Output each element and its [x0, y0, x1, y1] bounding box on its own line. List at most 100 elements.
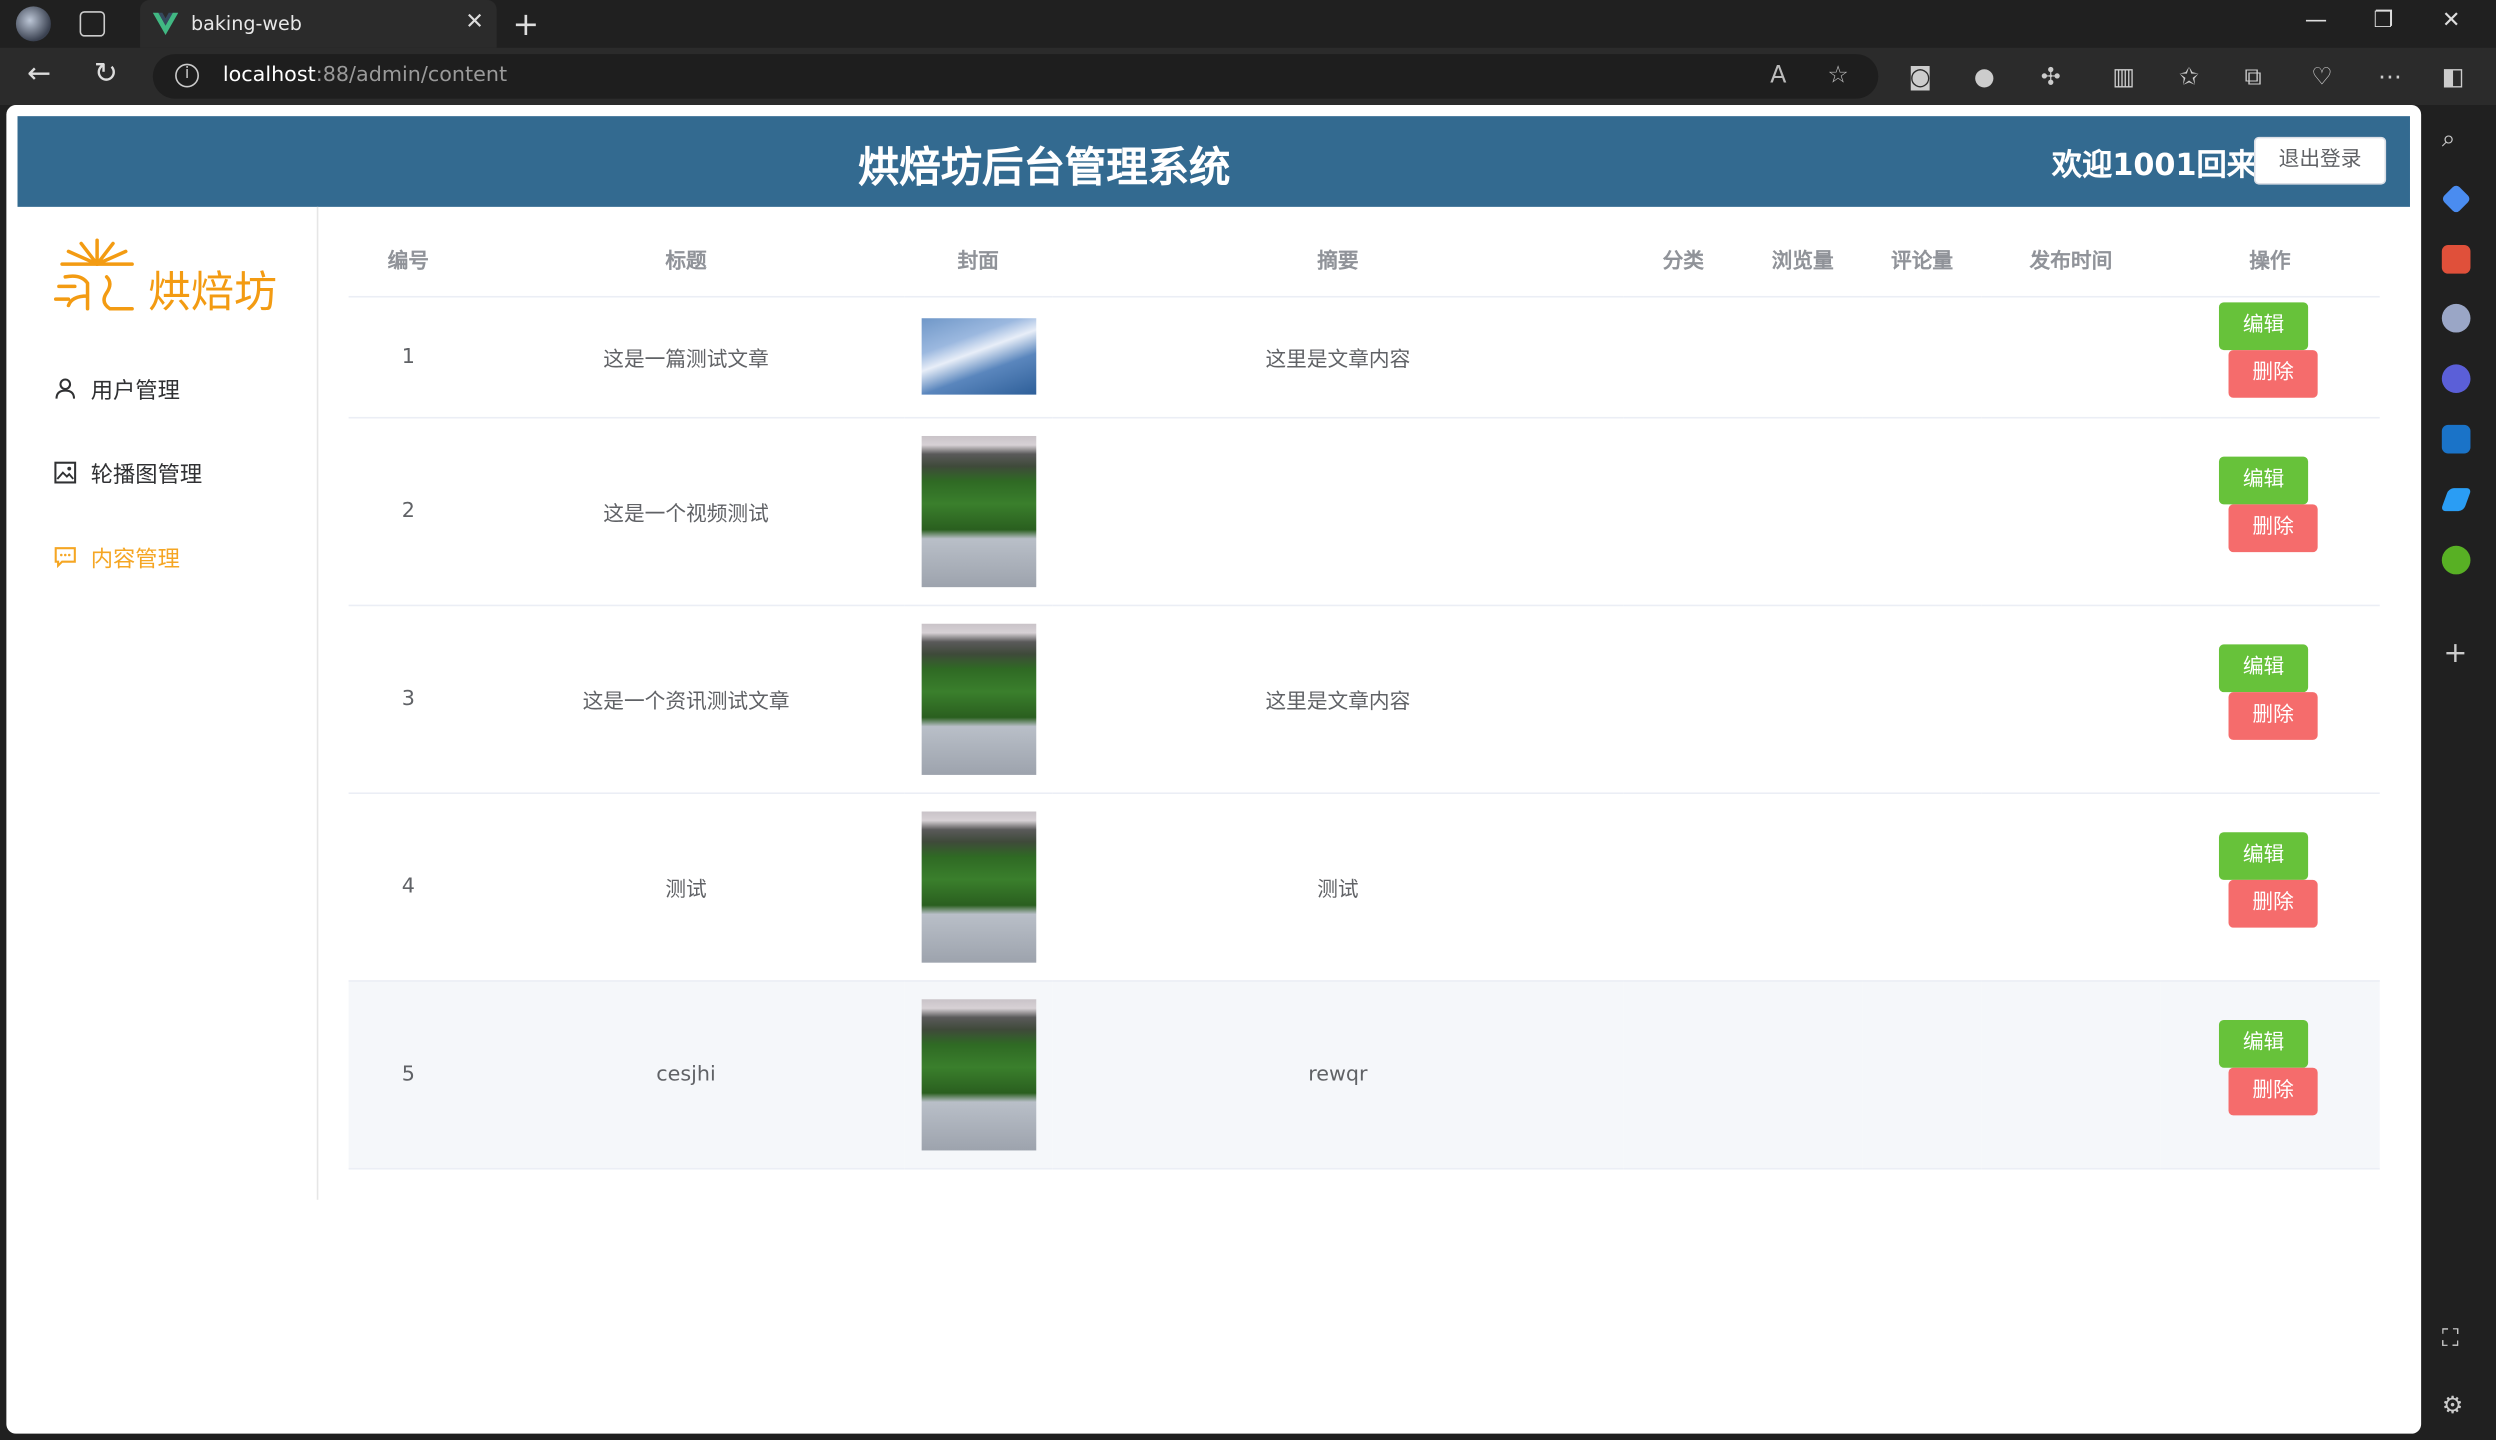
- bakery-logo-icon: [53, 238, 134, 311]
- url-path: :88/admin/content: [315, 63, 508, 88]
- cell-views: [1743, 792, 1863, 981]
- cell-summary: 这里是文章内容: [1052, 604, 1624, 794]
- edit-button[interactable]: 编辑: [2218, 832, 2309, 880]
- welcome-text: 欢迎1001回来!: [2051, 147, 2271, 183]
- table-header-row: 编号 标题 封面 摘要 分类 浏览量 评论量 发布时间 操作: [348, 222, 2380, 297]
- cell-category: [1623, 980, 1744, 1169]
- content-table-container: 编号 标题 封面 摘要 分类 浏览量 评论量 发布时间 操作 1 这是一篇测试文: [348, 222, 2380, 1169]
- restore-icon[interactable]: ❐: [2373, 8, 2393, 33]
- address-bar[interactable]: i localhost:88/admin/content A ☆: [152, 54, 1879, 99]
- column-header: 发布时间: [1981, 222, 2161, 297]
- cell-published: [1981, 980, 2161, 1169]
- site-info-icon[interactable]: i: [175, 63, 199, 88]
- tab-strip: baking-web ✕ + — ❐ ✕: [0, 0, 2496, 48]
- delete-button[interactable]: 删除: [2228, 692, 2318, 740]
- games-icon[interactable]: [2441, 303, 2471, 333]
- cell-cover: [904, 792, 1053, 981]
- refresh-icon[interactable]: ↻: [94, 60, 118, 89]
- edit-button[interactable]: 编辑: [2218, 302, 2309, 351]
- table-row: 4 测试 测试 编辑 删除: [348, 792, 2380, 981]
- browser-window: baking-web ✕ + — ❐ ✕ ← ↻ i localhost:88/…: [0, 0, 2496, 1440]
- new-tab-icon[interactable]: +: [513, 5, 540, 43]
- extensions-puzzle-icon[interactable]: ✣: [2041, 62, 2061, 91]
- sidebar-item-carousel[interactable]: 轮播图管理: [18, 434, 317, 514]
- cell-published: [1981, 792, 2161, 981]
- browser-essentials-icon[interactable]: ♡: [2311, 62, 2332, 91]
- page-viewport: 烘焙坊后台管理系统 欢迎1001回来! 退出登录 烘焙坊 用户管理 轮播图管理 …: [6, 105, 2422, 1434]
- column-header: 分类: [1623, 222, 1744, 297]
- tree-icon[interactable]: [2441, 545, 2471, 575]
- column-header: 封面: [904, 222, 1053, 297]
- cell-comments: [1862, 604, 1982, 794]
- cell-actions: 编辑 删除: [2160, 416, 2380, 606]
- cell-category: [1623, 792, 1744, 981]
- cell-cover: [904, 295, 1053, 418]
- edit-button[interactable]: 编辑: [2218, 456, 2309, 505]
- edit-button[interactable]: 编辑: [2218, 644, 2309, 693]
- add-icon[interactable]: +: [2443, 636, 2467, 669]
- extension-glasses-icon[interactable]: ◙: [1909, 62, 1932, 91]
- outlook-icon[interactable]: [2441, 424, 2471, 454]
- table-row: 3 这是一个资讯测试文章 这里是文章内容 编辑 删除: [348, 604, 2380, 794]
- sidebar-toggle-icon[interactable]: ◧: [2442, 62, 2465, 91]
- cell-id: 3: [348, 604, 468, 794]
- shopping-tag-icon[interactable]: [2440, 183, 2472, 215]
- back-icon[interactable]: ←: [27, 60, 51, 89]
- telegram-icon[interactable]: [2440, 488, 2472, 512]
- cell-published: [1981, 416, 2161, 606]
- cell-summary: 测试: [1052, 792, 1624, 981]
- cell-actions: 编辑 删除: [2160, 295, 2380, 418]
- delete-button[interactable]: 删除: [2228, 350, 2318, 398]
- cell-category: [1623, 604, 1744, 794]
- cell-id: 2: [348, 416, 468, 606]
- profile-avatar[interactable]: [15, 6, 51, 42]
- logout-button[interactable]: 退出登录: [2253, 136, 2387, 185]
- sidebar-item-content[interactable]: 内容管理: [18, 519, 317, 599]
- browser-tab[interactable]: baking-web ✕: [140, 0, 497, 48]
- row-actions: 编辑 删除: [2218, 644, 2321, 746]
- cell-comments: [1862, 980, 1982, 1169]
- column-header: 操作: [2160, 222, 2380, 297]
- split-screen-icon[interactable]: ▥: [2112, 62, 2135, 91]
- favorite-star-icon[interactable]: ☆: [1827, 60, 1848, 89]
- page-title: 烘焙坊后台管理系统: [857, 144, 1231, 193]
- cell-title: 这是一个资讯测试文章: [467, 604, 905, 794]
- cell-cover: [904, 416, 1053, 606]
- cell-title: cesjhi: [467, 980, 905, 1169]
- cell-views: [1743, 295, 1863, 418]
- delete-button[interactable]: 删除: [2228, 879, 2318, 928]
- cell-comments: [1862, 416, 1982, 606]
- cell-cover: [904, 604, 1053, 794]
- cover-image: [920, 435, 1036, 587]
- tools-icon[interactable]: [2441, 245, 2471, 274]
- workspaces-icon[interactable]: [79, 11, 106, 37]
- extension-face-icon[interactable]: ●: [1974, 62, 1995, 91]
- more-menu-icon[interactable]: ⋯: [2378, 62, 2402, 91]
- search-icon[interactable]: ⌕: [2442, 124, 2455, 153]
- sidebar-item-users[interactable]: 用户管理: [18, 350, 317, 430]
- cell-views: [1743, 980, 1863, 1169]
- cell-summary: 这里是文章内容: [1052, 295, 1624, 418]
- cell-id: 5: [348, 980, 468, 1169]
- row-actions: 编辑 删除: [2218, 302, 2321, 404]
- tab-close-icon[interactable]: ✕: [465, 10, 484, 35]
- cell-comments: [1862, 295, 1982, 418]
- cover-image: [920, 622, 1036, 775]
- cell-published: [1981, 295, 2161, 418]
- cell-summary: [1052, 416, 1624, 606]
- cell-actions: 编辑 删除: [2160, 604, 2380, 794]
- settings-gear-icon[interactable]: ⚙: [2442, 1391, 2463, 1420]
- read-aloud-icon[interactable]: A: [1770, 60, 1786, 89]
- cell-title: 这是一个视频测试: [467, 416, 905, 606]
- sidebar-menu: 烘焙坊 用户管理 轮播图管理 内容管理: [18, 206, 319, 1200]
- delete-button[interactable]: 删除: [2228, 504, 2318, 553]
- content-table: 编号 标题 封面 摘要 分类 浏览量 评论量 发布时间 操作 1 这是一篇测试文: [348, 222, 2380, 1169]
- collections-icon[interactable]: ⧉: [2244, 62, 2261, 91]
- favorites-icon[interactable]: ✩: [2179, 62, 2199, 91]
- window-close-icon[interactable]: ✕: [2442, 8, 2461, 33]
- screenshot-icon[interactable]: ⛶: [2442, 1324, 2459, 1353]
- delete-button[interactable]: 删除: [2228, 1067, 2318, 1116]
- minimize-icon[interactable]: —: [2305, 8, 2327, 33]
- copilot-icon[interactable]: [2441, 364, 2471, 394]
- edit-button[interactable]: 编辑: [2218, 1019, 2309, 1068]
